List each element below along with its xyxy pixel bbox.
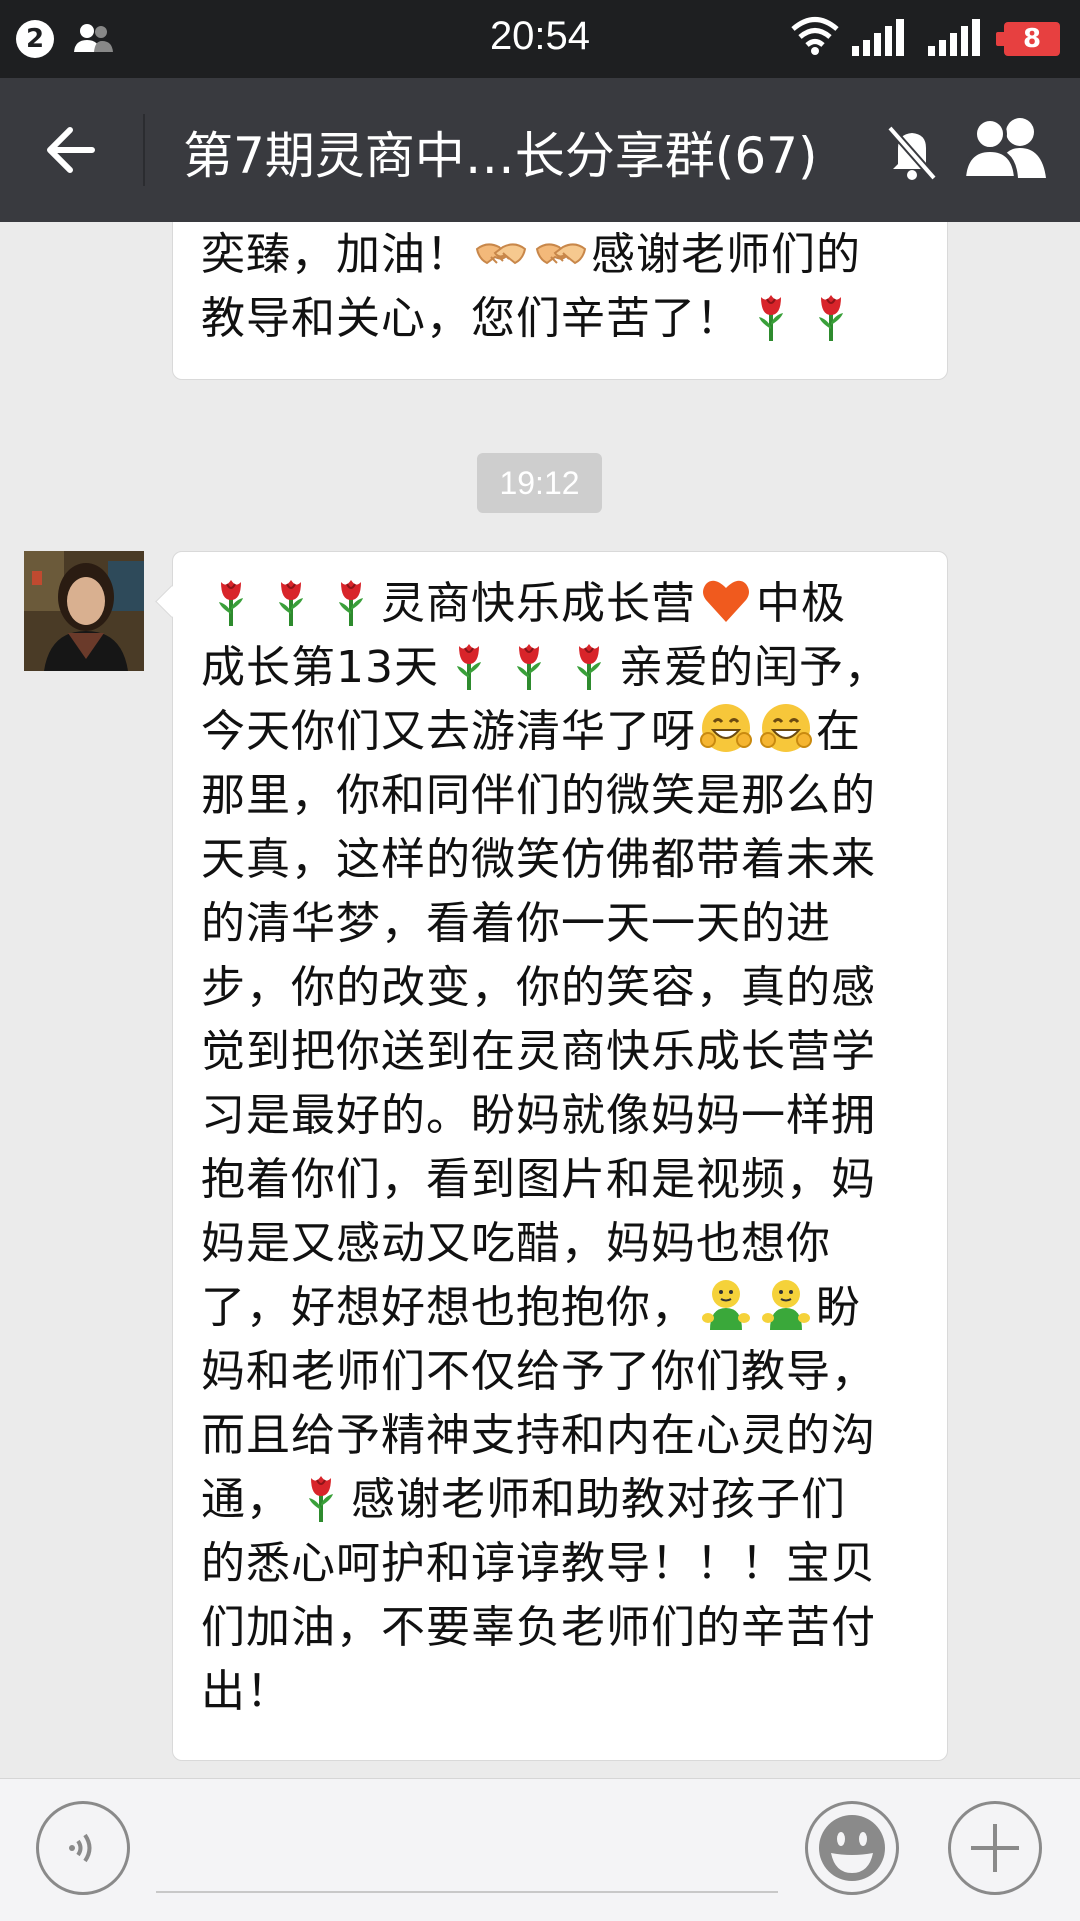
mute-bell-icon (884, 122, 940, 186)
voice-icon[interactable] (36, 1801, 130, 1895)
header-divider (143, 114, 145, 186)
status-bar: 2 20:54 8 (0, 0, 1080, 78)
message-line: 的悉心呵护和谆谆教导！！！宝贝 (201, 1532, 919, 1596)
grin-emoji-icon (698, 700, 754, 756)
handshake-emoji-icon (473, 223, 529, 279)
message-text: 通， (201, 1474, 291, 1525)
message-text: 亲爱的闰予， (619, 642, 889, 693)
rose-emoji-icon (501, 636, 557, 692)
hug-emoji-icon (758, 1276, 814, 1332)
handshake-emoji-icon (533, 223, 589, 279)
message-text: 教导和关心，您们辛苦了！ (201, 293, 741, 344)
battery-level: 8 (996, 22, 1060, 56)
rose-emoji-icon (293, 1468, 349, 1524)
emoji-icon[interactable] (805, 1801, 899, 1895)
rose-emoji-icon (743, 287, 799, 343)
grin-emoji-icon (758, 700, 814, 756)
message-text: 在 (816, 706, 861, 757)
message-text: 灵商快乐成长营 (381, 578, 696, 629)
message-text: 觉到把你送到在灵商快乐成长营学 (201, 1026, 876, 1077)
heart-emoji-icon (698, 572, 754, 628)
message-text: 今天你们又去游清华了呀 (201, 706, 696, 757)
message-line: 抱着你们，看到图片和是视频，妈 (201, 1148, 919, 1212)
message-bubble[interactable]: 奕臻，加油！ 感谢老师们的教导和关心，您们辛苦了！ (172, 222, 948, 380)
message-text: 了，好想好想也抱抱你， (201, 1282, 696, 1333)
group-members-icon[interactable] (961, 114, 1048, 186)
message-line: 天真，这样的微笑仿佛都带着未来 (201, 828, 919, 892)
message-text: 感谢老师们的 (591, 229, 861, 280)
message-input[interactable] (156, 1807, 778, 1893)
message-line: 觉到把你送到在灵商快乐成长营学 (201, 1020, 919, 1084)
message-text: 感谢老师和助教对孩子们 (351, 1474, 846, 1525)
rose-emoji-icon (561, 636, 617, 692)
message-line: 妈是又感动又吃醋，妈妈也想你 (201, 1212, 919, 1276)
message-line: 成长第13天 亲爱的闰予， (201, 636, 919, 700)
message-line: 步，你的改变，你的笑容，真的感 (201, 956, 919, 1020)
message-line: 而且给予精神支持和内在心灵的沟 (201, 1404, 919, 1468)
timestamp-chip: 19:12 (477, 453, 602, 513)
message-line: 奕臻，加油！ 感谢老师们的 (201, 223, 919, 287)
message-text: 盼 (816, 1282, 861, 1333)
message-line: 妈和老师们不仅给予了你们教导， (201, 1340, 919, 1404)
message-text: 妈和老师们不仅给予了你们教导， (201, 1346, 876, 1397)
message-text: 的悉心呵护和谆谆教导！！！宝贝 (201, 1538, 876, 1589)
back-arrow-icon[interactable] (40, 116, 108, 184)
rose-emoji-icon (803, 287, 859, 343)
message-text: 妈是又感动又吃醋，妈妈也想你 (201, 1218, 831, 1269)
message-text: 出！ (201, 1666, 291, 1717)
message-line: 灵商快乐成长营 中极 (201, 572, 919, 636)
message-line: 通， 感谢老师和助教对孩子们 (201, 1468, 919, 1532)
message-text: 中极 (756, 578, 846, 629)
wifi-icon (790, 16, 840, 60)
message-line: 们加油，不要辜负老师们的辛苦付 (201, 1596, 919, 1660)
rose-emoji-icon (263, 572, 319, 628)
rose-emoji-icon (203, 572, 259, 628)
chat-messages: 奕臻，加油！ 感谢老师们的教导和关心，您们辛苦了！ 19:12 灵商快乐成长营 中极… (0, 222, 1080, 1778)
message-line: 习是最好的。盼妈就像妈妈一样拥 (201, 1084, 919, 1148)
message-text: 而且给予精神支持和内在心灵的沟 (201, 1410, 876, 1461)
message-text: 习是最好的。盼妈就像妈妈一样拥 (201, 1090, 876, 1141)
message-line: 教导和关心，您们辛苦了！ (201, 287, 919, 351)
status-time: 20:54 (489, 14, 591, 58)
message-text: 们加油，不要辜负老师们的辛苦付 (201, 1602, 876, 1653)
message-text: 成长第13天 (201, 642, 439, 693)
chat-title: 第7期灵商中…长分享群(67) (183, 127, 818, 185)
plus-icon[interactable] (948, 1801, 1042, 1895)
message-text: 的清华梦，看着你一天一天的进 (201, 898, 831, 949)
message-line: 的清华梦，看着你一天一天的进 (201, 892, 919, 956)
message-line: 出！ (201, 1660, 919, 1724)
message-line: 了，好想好想也抱抱你， 盼 (201, 1276, 919, 1340)
rose-emoji-icon (323, 572, 379, 628)
message-text: 奕臻，加油！ (201, 229, 471, 280)
chat-header: 第7期灵商中…长分享群(67) (0, 78, 1080, 222)
message-text: 天真，这样的微笑仿佛都带着未来 (201, 834, 876, 885)
message-text: 那里，你和同伴们的微笑是那么的 (201, 770, 876, 821)
message-bubble[interactable]: 灵商快乐成长营 中极成长第13天 亲爱的闰予， 今天你们又去游清华了呀 在那里，你和同伴… (172, 551, 948, 1761)
message-line: 今天你们又去游清华了呀 在 (201, 700, 919, 764)
input-bar (0, 1778, 1080, 1921)
avatar[interactable] (24, 551, 144, 671)
hug-emoji-icon (698, 1276, 754, 1332)
rose-emoji-icon (441, 636, 497, 692)
signal-icon (928, 18, 988, 62)
signal-icon (852, 18, 912, 62)
message-text: 步，你的改变，你的笑容，真的感 (201, 962, 876, 1013)
message-text: 抱着你们，看到图片和是视频，妈 (201, 1154, 876, 1205)
message-line: 那里，你和同伴们的微笑是那么的 (201, 764, 919, 828)
